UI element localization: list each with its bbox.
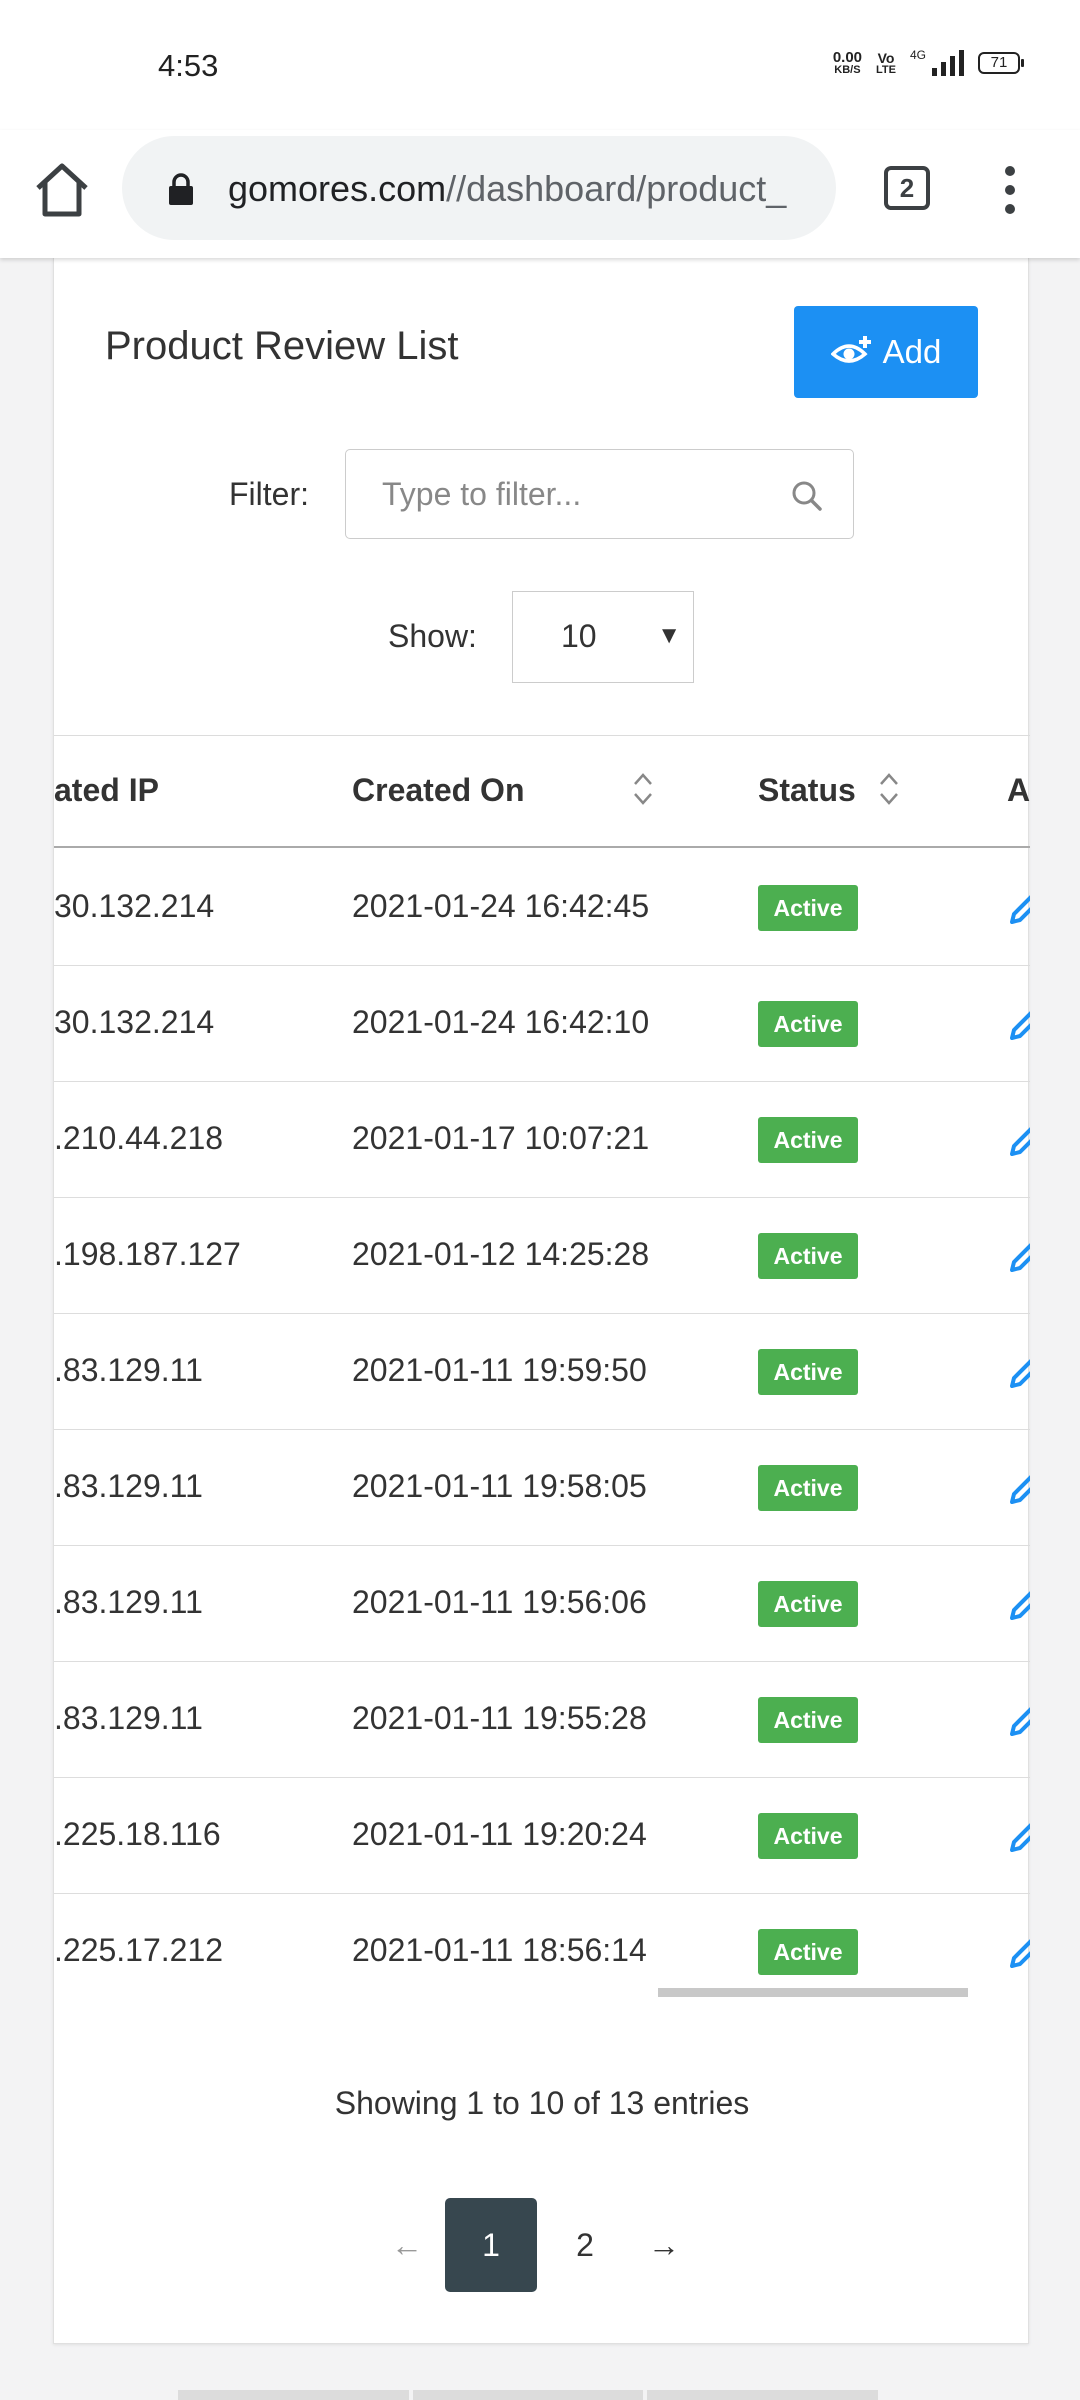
status-badge: Active — [758, 1697, 858, 1743]
cell-created-on: 2021-01-12 14:25:28 — [352, 1236, 650, 1272]
home-button[interactable] — [34, 160, 90, 220]
edit-icon[interactable] — [1004, 890, 1030, 930]
page-title: Product Review List — [105, 324, 459, 368]
edit-icon[interactable] — [1004, 1934, 1030, 1974]
signal-icon — [932, 50, 964, 76]
cell-ip: .210.44.218 — [54, 1120, 224, 1156]
column-header-status[interactable]: Status — [758, 772, 856, 809]
more-menu-button[interactable] — [990, 166, 1030, 214]
cell-ip: 30.132.214 — [54, 888, 215, 924]
status-badge: Active — [758, 1349, 858, 1395]
edit-icon[interactable] — [1004, 1586, 1030, 1626]
search-icon — [792, 481, 822, 511]
table-row: .225.18.116 2021-01-11 19:20:24 Active — [54, 1778, 1030, 1894]
status-badge: Active — [758, 1813, 858, 1859]
table-row: .198.187.127 2021-01-12 14:25:28 Active — [54, 1198, 1030, 1314]
cell-ip: .83.129.11 — [54, 1584, 203, 1620]
edit-icon[interactable] — [1004, 1702, 1030, 1742]
sort-icon[interactable] — [878, 770, 900, 808]
edit-icon[interactable] — [1004, 1818, 1030, 1858]
dot-icon — [1005, 185, 1015, 195]
bottom-card-edge — [178, 2390, 879, 2400]
edit-icon[interactable] — [1004, 1354, 1030, 1394]
url-text: gomores.com//dashboard/product_ — [228, 168, 787, 209]
edit-icon[interactable] — [1004, 1470, 1030, 1510]
entries-info: Showing 1 to 10 of 13 entries — [334, 2085, 750, 2121]
pagination-next[interactable]: → — [634, 2198, 694, 2292]
cell-ip: .225.17.212 — [54, 1932, 224, 1968]
cell-created-on: 2021-01-24 16:42:45 — [352, 888, 650, 924]
table-row: .83.129.11 2021-01-11 19:59:50 Active — [54, 1314, 1030, 1430]
status-badge: Active — [758, 1117, 858, 1163]
table-row: .225.17.212 2021-01-11 18:56:14 Active — [54, 1894, 1030, 1997]
cell-ip: .225.18.116 — [54, 1816, 221, 1852]
dot-icon — [1005, 204, 1015, 214]
status-badge: Active — [758, 885, 858, 931]
status-badge: Active — [758, 1929, 858, 1975]
page-size-value: 10 — [561, 618, 597, 654]
eye-plus-icon — [830, 336, 871, 363]
page-size-select[interactable]: 10 ▼ — [512, 591, 694, 683]
add-button-label: Add — [882, 333, 942, 370]
pagination-prev[interactable]: ← — [377, 2198, 437, 2292]
status-badge: Active — [758, 1233, 858, 1279]
cell-ip: .198.187.127 — [54, 1236, 241, 1272]
network-speed-indicator: 0.00 KB/S — [832, 49, 863, 76]
cell-created-on: 2021-01-11 19:56:06 — [352, 1584, 647, 1620]
table-row: .83.129.11 2021-01-11 19:56:06 Active — [54, 1546, 1030, 1662]
table-header: ated IP Created On Status A — [54, 736, 1030, 848]
cell-created-on: 2021-01-11 19:58:05 — [352, 1468, 647, 1504]
sort-icon[interactable] — [632, 770, 654, 808]
caret-down-icon: ▼ — [657, 622, 681, 649]
filter-placeholder: Type to filter... — [382, 476, 582, 512]
table-row: .83.129.11 2021-01-11 19:58:05 Active — [54, 1430, 1030, 1546]
cell-ip: .83.129.11 — [54, 1468, 203, 1504]
lock-icon — [169, 173, 193, 205]
cell-ip: .83.129.11 — [54, 1352, 203, 1388]
volte-icon: Vo LTE — [876, 49, 896, 76]
cell-ip: .83.129.11 — [54, 1700, 203, 1736]
status-bar: 4:53 0.00 KB/S Vo LTE 4G 71 — [0, 0, 1080, 130]
cell-created-on: 2021-01-24 16:42:10 — [352, 1004, 650, 1040]
review-list-card: Product Review List Add Filter: Type to … — [53, 258, 1030, 2344]
cell-created-on: 2021-01-11 19:20:24 — [352, 1816, 647, 1852]
column-header-ip[interactable]: ated IP — [54, 772, 159, 809]
reviews-table: ated IP Created On Status A 30.132.214 20… — [54, 735, 1030, 1997]
edit-icon[interactable] — [1004, 1238, 1030, 1278]
edit-icon[interactable] — [1004, 1122, 1030, 1162]
cell-created-on: 2021-01-17 10:07:21 — [352, 1120, 650, 1156]
column-header-created-on[interactable]: Created On — [352, 772, 524, 809]
status-time: 4:53 — [158, 48, 219, 83]
table-row: 30.132.214 2021-01-24 16:42:10 Active — [54, 966, 1030, 1082]
table-row: 30.132.214 2021-01-24 16:42:45 Active — [54, 850, 1030, 966]
cell-ip: 30.132.214 — [54, 1004, 215, 1040]
column-header-action: A — [1007, 772, 1030, 808]
filter-label: Filter: — [229, 476, 309, 512]
pagination: ← 1 2 → — [54, 2198, 1030, 2292]
status-badge: Active — [758, 1001, 858, 1047]
browser-toolbar: gomores.com//dashboard/product_ 2 — [0, 130, 1080, 258]
table-row: .210.44.218 2021-01-17 10:07:21 Active — [54, 1082, 1030, 1198]
status-badge: Active — [758, 1581, 858, 1627]
tab-switcher-button[interactable]: 2 — [884, 166, 930, 210]
filter-input[interactable]: Type to filter... — [345, 449, 854, 539]
horizontal-scrollbar[interactable] — [658, 1988, 968, 1997]
pagination-page-1[interactable]: 1 — [445, 2198, 537, 2292]
cell-created-on: 2021-01-11 18:56:14 — [352, 1932, 647, 1968]
add-button[interactable]: Add — [794, 306, 978, 398]
show-label: Show: — [388, 618, 477, 654]
home-icon — [36, 163, 88, 217]
dot-icon — [1005, 166, 1015, 176]
battery-icon: 71 — [978, 52, 1024, 74]
address-bar[interactable]: gomores.com//dashboard/product_ — [122, 136, 836, 240]
edit-icon[interactable] — [1004, 1006, 1030, 1046]
status-icons: 0.00 KB/S Vo LTE 4G 71 — [832, 48, 1024, 76]
pagination-page-2[interactable]: 2 — [555, 2198, 615, 2292]
status-badge: Active — [758, 1465, 858, 1511]
table-row: .83.129.11 2021-01-11 19:55:28 Active — [54, 1662, 1030, 1778]
cell-created-on: 2021-01-11 19:55:28 — [352, 1700, 647, 1736]
network-type: 4G — [909, 48, 926, 62]
cell-created-on: 2021-01-11 19:59:50 — [352, 1352, 647, 1388]
